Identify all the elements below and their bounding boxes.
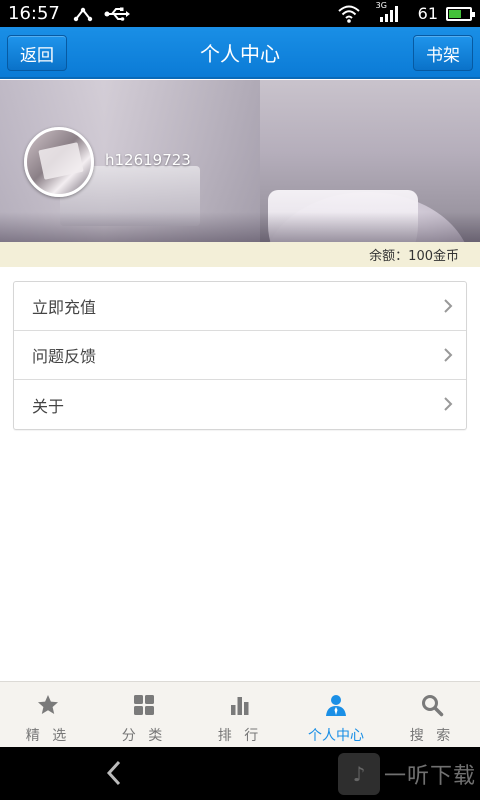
grid-icon (132, 693, 156, 721)
search-icon (420, 693, 444, 721)
menu-item-feedback[interactable]: 问题反馈 (14, 331, 466, 380)
menu-item-label: 问题反馈 (32, 347, 97, 366)
chevron-right-icon (440, 298, 456, 314)
wifi-icon (337, 5, 360, 23)
watermark-logo-icon: ♪ (337, 753, 380, 795)
back-button[interactable]: 返回 (7, 35, 67, 71)
avatar[interactable] (24, 127, 94, 197)
username: h12619723 (105, 151, 191, 169)
battery-fill (449, 9, 461, 18)
bar-chart-icon (228, 693, 252, 721)
share-network-icon (72, 5, 94, 23)
menu-item-label: 关于 (32, 396, 65, 416)
nav-label: 分 类 (121, 728, 167, 744)
nav-item-search[interactable]: 搜 索 (384, 682, 480, 747)
nav-label: 搜 索 (409, 728, 455, 744)
system-back-button[interactable] (100, 759, 128, 787)
watermark-text: 一听下载 (383, 764, 476, 789)
bottom-nav: 精 选 分 类 排 行 个人中心 搜 索 (0, 681, 480, 747)
title-bar: 返回 个人中心 书架 (0, 27, 480, 79)
menu-item-label: 立即充值 (32, 298, 97, 317)
nav-label: 排 行 (217, 728, 263, 744)
system-nav-bar: ♪ 一听下载 (0, 747, 480, 800)
nav-item-ranking[interactable]: 排 行 (192, 682, 288, 747)
signal-icon: 3G (376, 1, 400, 23)
person-icon (324, 693, 348, 721)
menu-item-about[interactable]: 关于 (14, 380, 466, 429)
nav-item-featured[interactable]: 精 选 (0, 682, 96, 747)
nav-item-profile[interactable]: 个人中心 (288, 682, 384, 747)
nav-label: 精 选 (25, 728, 71, 744)
page-title: 个人中心 (200, 41, 280, 66)
settings-menu: 立即充值 问题反馈 关于 (13, 281, 467, 430)
battery-icon (446, 6, 475, 21)
menu-item-recharge[interactable]: 立即充值 (14, 282, 466, 331)
battery-percent: 61 (417, 4, 438, 23)
chevron-right-icon (440, 396, 456, 412)
star-icon (36, 693, 60, 721)
network-type-badge: 3G (375, 0, 387, 10)
balance-text: 余额：100金币 (369, 249, 459, 264)
bookshelf-button[interactable]: 书架 (413, 35, 473, 71)
usb-icon (104, 6, 130, 22)
chevron-right-icon (440, 347, 456, 363)
status-bar: 16:57 3G 61 (0, 0, 480, 27)
nav-item-category[interactable]: 分 类 (96, 682, 192, 747)
status-time: 16:57 (8, 3, 60, 24)
balance-strip: 余额：100金币 (0, 242, 480, 267)
watermark: ♪ 一听下载 (337, 753, 480, 795)
nav-label: 个人中心 (308, 728, 364, 744)
banner-shade (0, 212, 480, 242)
avatar-image (38, 142, 84, 180)
back-arrow-icon (106, 760, 121, 786)
